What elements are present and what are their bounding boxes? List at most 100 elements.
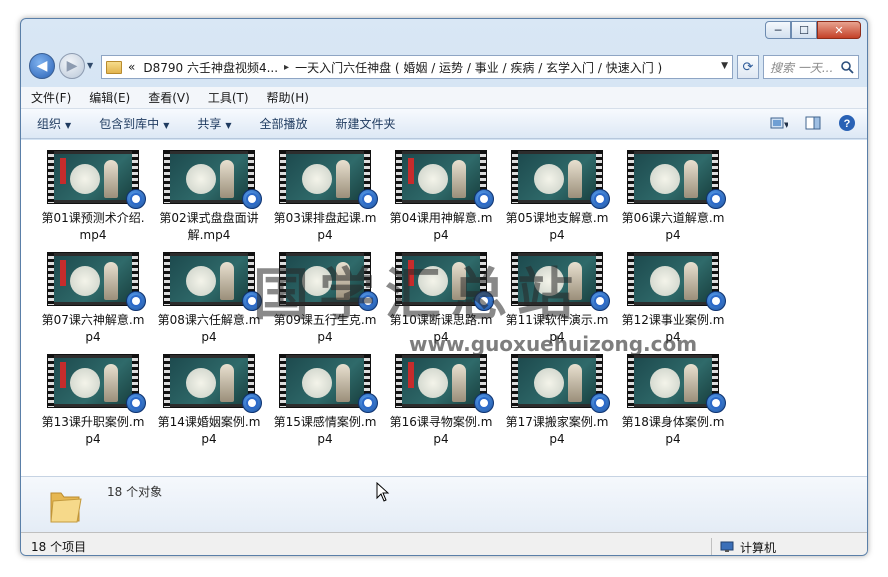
file-item[interactable]: 第03课排盘起课.mp4 — [267, 150, 383, 252]
media-player-icon — [474, 189, 494, 209]
video-frame — [402, 154, 480, 200]
title-bar[interactable]: ─ ☐ ✕ — [21, 19, 867, 45]
media-player-icon — [706, 189, 726, 209]
video-frame — [286, 154, 364, 200]
file-name: 第13课升职案例.mp4 — [41, 415, 145, 446]
file-item[interactable]: 第08课六任解意.mp4 — [151, 252, 267, 354]
file-item[interactable]: 第15课感情案例.mp4 — [267, 354, 383, 456]
menu-edit[interactable]: 编辑(E) — [89, 89, 130, 106]
search-input[interactable]: 搜索 一天... — [763, 55, 859, 79]
new-folder-button[interactable]: 新建文件夹 — [336, 115, 396, 132]
file-item[interactable]: 第06课六道解意.mp4 — [615, 150, 731, 252]
file-item[interactable]: 第16课寻物案例.mp4 — [383, 354, 499, 456]
video-thumbnail — [47, 354, 146, 413]
chevron-right-icon[interactable]: ▸ — [284, 62, 289, 73]
breadcrumb-current[interactable]: 一天入门六任神盘 ( 婚姻 / 运势 / 事业 / 疾病 / 玄学入门 / 快速… — [295, 59, 662, 76]
recent-pages-dropdown[interactable]: ▼ — [87, 61, 93, 70]
file-name: 第18课身体案例.mp4 — [621, 415, 725, 446]
share-button[interactable]: 共享 ▼ — [197, 115, 231, 132]
chevron-down-icon[interactable]: ▼ — [721, 61, 728, 71]
plate-graphic — [186, 368, 216, 398]
refresh-button[interactable]: ⟳ — [737, 55, 759, 79]
watermark-text: 国学汇总站 — [253, 262, 583, 328]
file-name: 第05课地支解意.mp4 — [505, 211, 609, 242]
preview-pane-button[interactable] — [803, 113, 823, 133]
video-frame — [286, 358, 364, 404]
video-thumbnail — [163, 150, 262, 209]
folder-icon — [106, 60, 122, 74]
file-item[interactable]: 第02课式盘盘面讲解.mp4 — [151, 150, 267, 252]
file-name: 第03课排盘起课.mp4 — [273, 211, 377, 242]
item-count: 18 个项目 — [31, 540, 87, 554]
search-placeholder: 搜索 一天... — [770, 60, 834, 75]
file-list[interactable]: 第01课预测术介绍.mp4 第02课式盘盘面讲解.mp4 第03课排盘起课.mp4 第… — [21, 140, 867, 476]
file-name: 第06课六道解意.mp4 — [621, 211, 725, 242]
breadcrumb-parent[interactable]: D8790 六壬神盘视频4... — [143, 59, 278, 76]
organize-button[interactable]: 组织 ▼ — [37, 115, 71, 132]
figure-graphic — [336, 160, 350, 198]
media-player-icon — [590, 189, 610, 209]
chevron-down-icon: ▼ — [65, 121, 72, 130]
file-item[interactable]: 第14课婚姻案例.mp4 — [151, 354, 267, 456]
folder-icon — [50, 492, 82, 523]
media-player-icon — [242, 393, 262, 413]
plate-graphic — [70, 164, 100, 194]
computer-icon — [720, 541, 734, 552]
file-item[interactable]: 第07课六神解意.mp4 — [35, 252, 151, 354]
window-controls: ─ ☐ ✕ — [765, 21, 861, 39]
refresh-icon: ⟳ — [742, 59, 754, 75]
plate-graphic — [186, 164, 216, 194]
file-item[interactable]: 第18课身体案例.mp4 — [615, 354, 731, 456]
menu-help[interactable]: 帮助(H) — [267, 89, 309, 106]
plate-graphic — [70, 368, 100, 398]
help-button[interactable]: ? — [837, 113, 857, 133]
back-button[interactable]: ◀ — [29, 53, 55, 79]
maximize-button[interactable]: ☐ — [791, 21, 817, 39]
media-player-icon — [590, 393, 610, 413]
view-options-button[interactable]: ▼ — [769, 113, 789, 133]
video-frame — [402, 358, 480, 404]
search-icon[interactable] — [840, 60, 854, 74]
video-frame — [54, 154, 132, 200]
figure-graphic — [452, 364, 466, 402]
video-thumbnail — [47, 150, 146, 209]
video-thumbnail — [511, 354, 610, 413]
video-thumbnail — [47, 252, 146, 311]
video-frame — [518, 154, 596, 200]
file-name: 第17课搬家案例.mp4 — [505, 415, 609, 446]
menu-file[interactable]: 文件(F) — [31, 89, 71, 106]
menu-tools[interactable]: 工具(T) — [208, 89, 249, 106]
figure-graphic — [220, 160, 234, 198]
figure-graphic — [104, 262, 118, 300]
video-thumbnail — [163, 252, 262, 311]
file-item[interactable]: 第13课升职案例.mp4 — [35, 354, 151, 456]
file-item[interactable]: 第04课用神解意.mp4 — [383, 150, 499, 252]
video-frame — [54, 256, 132, 302]
forward-button[interactable]: ▶ — [59, 53, 85, 79]
file-item[interactable]: 第01课预测术介绍.mp4 — [35, 150, 151, 252]
play-all-button[interactable]: 全部播放 — [260, 115, 308, 132]
close-button[interactable]: ✕ — [817, 21, 861, 39]
file-name: 第15课感情案例.mp4 — [273, 415, 377, 446]
chevron-down-icon: ▼ — [163, 121, 170, 130]
video-frame — [54, 358, 132, 404]
video-thumbnail — [627, 354, 726, 413]
menu-view[interactable]: 查看(V) — [148, 89, 190, 106]
plate-graphic — [186, 266, 216, 296]
file-name: 第04课用神解意.mp4 — [389, 211, 493, 242]
file-name: 第02课式盘盘面讲解.mp4 — [159, 211, 259, 242]
video-thumbnail — [511, 150, 610, 209]
file-item[interactable]: 第17课搬家案例.mp4 — [499, 354, 615, 456]
file-name: 第14课婚姻案例.mp4 — [157, 415, 261, 446]
include-library-button[interactable]: 包含到库中 ▼ — [99, 115, 169, 132]
address-bar[interactable]: « D8790 六壬神盘视频4... ▸ 一天入门六任神盘 ( 婚姻 / 运势 … — [101, 55, 733, 79]
video-thumbnail — [395, 354, 494, 413]
address-overflow[interactable]: « — [128, 60, 135, 74]
minimize-button[interactable]: ─ — [765, 21, 791, 39]
arrow-right-icon: ▶ — [66, 58, 78, 74]
media-player-icon — [126, 291, 146, 311]
include-label: 包含到库中 — [99, 117, 160, 131]
chevron-down-icon: ▼ — [225, 121, 232, 130]
file-item[interactable]: 第05课地支解意.mp4 — [499, 150, 615, 252]
figure-graphic — [684, 364, 698, 402]
